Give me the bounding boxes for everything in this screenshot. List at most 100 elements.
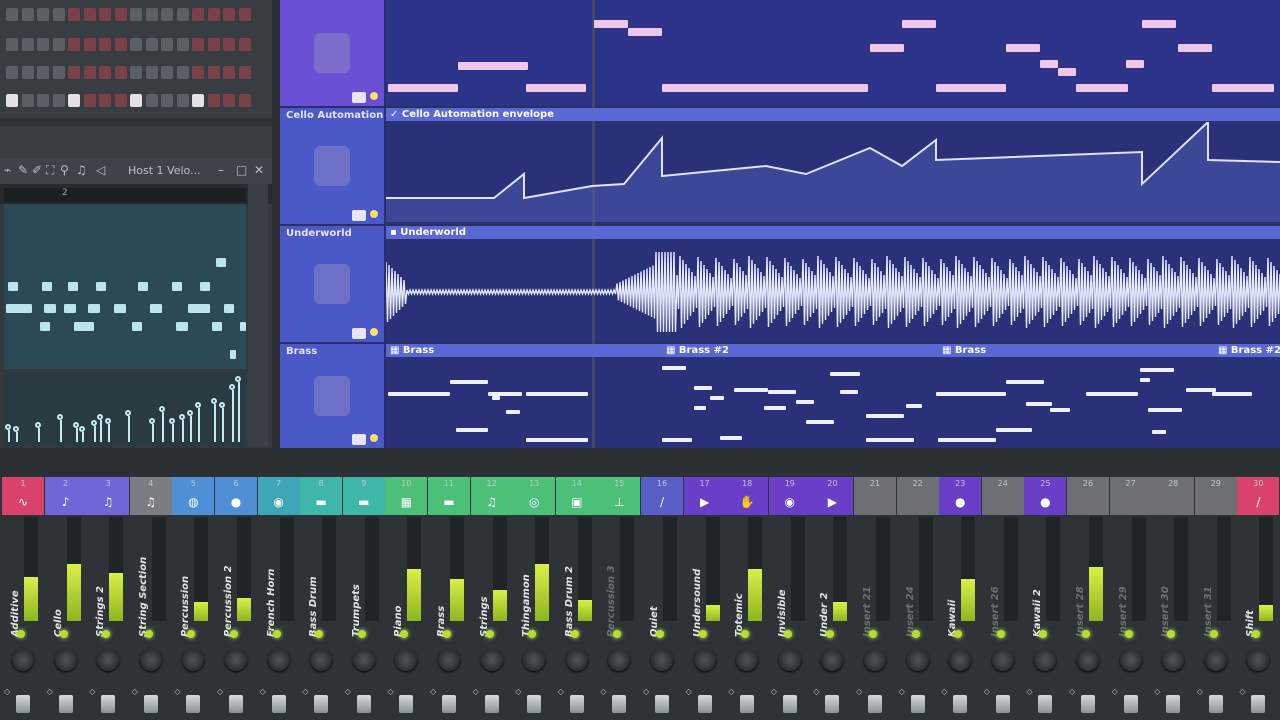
track-header[interactable]: Brass bbox=[280, 344, 384, 448]
pencil-icon[interactable]: ✎ bbox=[18, 163, 28, 177]
volume-fader[interactable] bbox=[271, 695, 286, 713]
insert-enable-led[interactable] bbox=[826, 630, 835, 638]
volume-fader[interactable] bbox=[910, 695, 925, 713]
step-button[interactable] bbox=[68, 66, 80, 79]
route-arrow-icon[interactable]: ◇ bbox=[387, 687, 393, 696]
route-arrow-icon[interactable]: ◇ bbox=[558, 687, 564, 696]
mixer-strip[interactable]: Invisible ◇ bbox=[769, 517, 811, 720]
insert-enable-led[interactable] bbox=[1039, 630, 1048, 638]
mixer-strip[interactable]: Trumpets ◇ bbox=[343, 517, 385, 720]
brass-clip-label[interactable]: ▦ Brass bbox=[386, 344, 662, 357]
insert-header[interactable]: 3 ♫ bbox=[87, 477, 130, 515]
track-settings-icon[interactable] bbox=[352, 92, 366, 103]
route-arrow-icon[interactable]: ◇ bbox=[1069, 687, 1075, 696]
brass-note[interactable] bbox=[806, 420, 834, 424]
insert-enable-led[interactable] bbox=[613, 630, 622, 638]
step-button[interactable] bbox=[223, 94, 235, 107]
route-arrow-icon[interactable]: ◇ bbox=[1239, 687, 1245, 696]
step-button[interactable] bbox=[83, 66, 96, 79]
brass-note[interactable] bbox=[492, 396, 500, 400]
magnet-icon[interactable]: ⌁ bbox=[4, 163, 11, 177]
mixer-strip[interactable]: Insert 31 ◇ bbox=[1195, 517, 1237, 720]
close-icon[interactable]: ✕ bbox=[254, 163, 264, 177]
step-button[interactable] bbox=[21, 94, 34, 107]
route-arrow-icon[interactable]: ◇ bbox=[174, 687, 180, 696]
brass-note[interactable] bbox=[866, 438, 914, 442]
note[interactable] bbox=[44, 304, 56, 313]
insert-header[interactable]: 11 ▬ bbox=[428, 477, 470, 515]
insert-enable-led[interactable] bbox=[656, 630, 664, 638]
step-button[interactable] bbox=[114, 66, 127, 79]
pan-knob[interactable] bbox=[1204, 649, 1227, 671]
step-button[interactable] bbox=[161, 38, 173, 51]
pan-knob[interactable] bbox=[1034, 649, 1057, 671]
route-arrow-icon[interactable]: ◇ bbox=[132, 687, 138, 696]
route-arrow-icon[interactable]: ◇ bbox=[984, 687, 990, 696]
insert-enable-led[interactable] bbox=[272, 630, 281, 638]
insert-enable-led[interactable] bbox=[443, 630, 451, 638]
piano-roll-ruler[interactable]: 2 bbox=[0, 184, 272, 204]
pan-knob[interactable] bbox=[139, 649, 162, 671]
brass-note[interactable] bbox=[456, 428, 488, 432]
zoom-icon[interactable]: ⚲ bbox=[60, 163, 69, 177]
step-button[interactable] bbox=[37, 94, 49, 107]
velocity-handle[interactable] bbox=[159, 406, 165, 442]
cello-note[interactable] bbox=[1178, 44, 1212, 52]
pan-knob[interactable] bbox=[821, 649, 844, 671]
route-arrow-icon[interactable]: ◇ bbox=[4, 687, 10, 696]
insert-header[interactable]: 23 ● bbox=[939, 477, 982, 515]
volume-fader[interactable] bbox=[740, 695, 755, 713]
speaker-icon[interactable]: ♫ bbox=[76, 163, 87, 177]
insert-enable-led[interactable] bbox=[783, 630, 792, 638]
volume-fader[interactable] bbox=[314, 695, 329, 713]
brass-note[interactable] bbox=[1148, 408, 1182, 412]
note[interactable] bbox=[150, 304, 162, 313]
insert-header[interactable]: 18 ✋ bbox=[726, 477, 769, 515]
track-mute-led[interactable] bbox=[370, 328, 378, 336]
step-button[interactable] bbox=[130, 66, 142, 79]
brass-note[interactable] bbox=[796, 400, 814, 404]
note[interactable] bbox=[114, 304, 126, 313]
step-button[interactable] bbox=[37, 66, 49, 79]
step-button[interactable] bbox=[192, 66, 204, 79]
insert-header[interactable]: 16 ∕ bbox=[641, 477, 683, 515]
insert-header[interactable]: 21 bbox=[854, 477, 896, 515]
volume-fader[interactable] bbox=[1081, 695, 1095, 713]
volume-fader[interactable] bbox=[1208, 695, 1223, 713]
brass-note[interactable] bbox=[1152, 430, 1166, 434]
insert-header[interactable]: 15 ⊥ bbox=[598, 477, 641, 515]
mixer-strip[interactable]: Shift ◇ bbox=[1237, 517, 1279, 720]
velocity-handle[interactable] bbox=[105, 418, 111, 442]
insert-header[interactable]: 14 ▣ bbox=[555, 477, 598, 515]
pan-knob[interactable] bbox=[182, 649, 205, 671]
step-button[interactable] bbox=[83, 8, 96, 21]
step-button[interactable] bbox=[21, 66, 34, 79]
route-arrow-icon[interactable]: ◇ bbox=[345, 687, 351, 696]
mixer-strip[interactable]: Percussion 2 ◇ bbox=[215, 517, 257, 720]
step-button[interactable] bbox=[207, 94, 220, 107]
brass-clip-label[interactable]: ▦ Brass bbox=[938, 344, 1214, 357]
insert-enable-led[interactable] bbox=[144, 630, 153, 638]
pan-knob[interactable] bbox=[693, 649, 716, 671]
step-button[interactable] bbox=[6, 66, 18, 79]
cello-note[interactable] bbox=[628, 28, 662, 36]
mixer-strip[interactable]: Insert 28 ◇ bbox=[1067, 517, 1109, 720]
brass-note[interactable] bbox=[526, 392, 588, 396]
brass-note[interactable] bbox=[830, 372, 860, 376]
pan-knob[interactable] bbox=[778, 649, 801, 671]
route-arrow-icon[interactable]: ◇ bbox=[430, 687, 436, 696]
route-arrow-icon[interactable]: ◇ bbox=[600, 687, 606, 696]
step-button[interactable] bbox=[99, 94, 111, 107]
cello-note[interactable] bbox=[388, 84, 458, 92]
velocity-handle[interactable] bbox=[211, 398, 217, 442]
brass-note[interactable] bbox=[1140, 378, 1150, 382]
note[interactable] bbox=[172, 282, 182, 291]
step-button[interactable] bbox=[68, 8, 80, 21]
insert-header[interactable]: 22 bbox=[896, 477, 939, 515]
piano-roll-scrollbar[interactable] bbox=[248, 184, 268, 446]
cello-note[interactable] bbox=[1040, 60, 1058, 68]
mixer-strip[interactable]: Piano ◇ bbox=[385, 517, 427, 720]
route-arrow-icon[interactable]: ◇ bbox=[89, 687, 95, 696]
pan-knob[interactable] bbox=[523, 649, 546, 671]
route-arrow-icon[interactable]: ◇ bbox=[1154, 687, 1160, 696]
